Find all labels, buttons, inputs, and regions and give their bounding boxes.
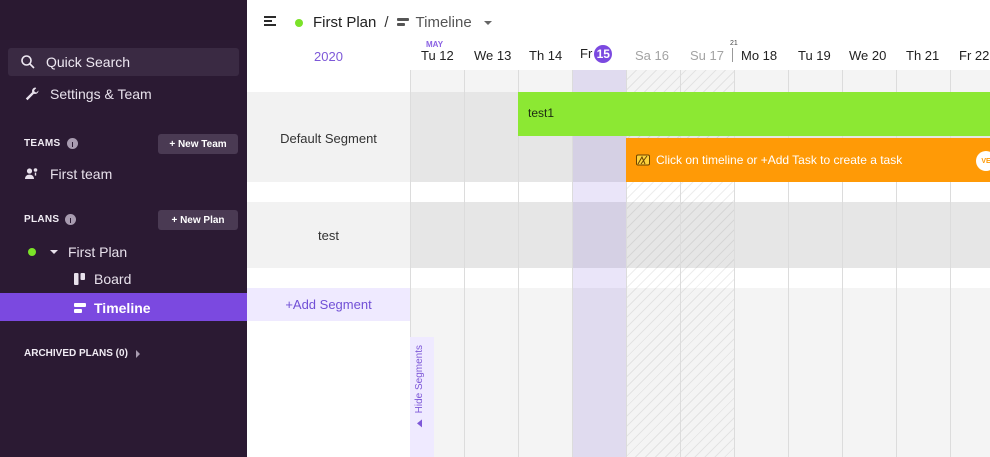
first-plan-label: First Plan bbox=[68, 244, 128, 260]
board-icon bbox=[72, 271, 88, 287]
day-header[interactable]: We 13 bbox=[474, 48, 511, 63]
year-label: 2020 bbox=[314, 49, 343, 64]
segment-label-default: Default Segment bbox=[280, 131, 377, 146]
timeline-label: Timeline bbox=[94, 300, 151, 316]
hide-segments-toggle[interactable]: Hide Segments bbox=[410, 337, 434, 457]
search-icon bbox=[20, 54, 36, 70]
timeline-icon bbox=[396, 17, 409, 28]
task-bar-test1[interactable]: test1 bbox=[518, 92, 990, 136]
sidebar: Quick Search Settings & Team TEAMS + New… bbox=[0, 0, 247, 457]
day-header-today[interactable]: Fr 15 bbox=[580, 45, 613, 63]
app: Quick Search Settings & Team TEAMS + New… bbox=[0, 0, 990, 457]
archived-plans-label: ARCHIVED PLANS (0) bbox=[24, 348, 128, 359]
breadcrumb-separator: / bbox=[384, 14, 389, 31]
today-day-name: Fr bbox=[580, 46, 593, 61]
hide-segments-row: Hide Segments bbox=[414, 345, 425, 428]
info-icon[interactable] bbox=[65, 214, 77, 225]
timeline-icon bbox=[72, 300, 88, 316]
onboarding-hint-task[interactable]: Click on timeline or +Add Task to create… bbox=[626, 138, 990, 182]
chevron-down-icon[interactable] bbox=[50, 250, 58, 254]
first-team-label: First team bbox=[50, 166, 113, 182]
teams-section-label: TEAMS bbox=[24, 138, 78, 149]
plan-status-dot bbox=[295, 18, 303, 27]
hide-segments-label: Hide Segments bbox=[414, 345, 425, 414]
day-header[interactable]: Mo 18 bbox=[741, 48, 777, 63]
grid-line bbox=[464, 70, 465, 457]
week-number: 21 bbox=[730, 40, 738, 47]
board-label: Board bbox=[94, 271, 132, 287]
new-plan-button[interactable]: + New Plan bbox=[158, 210, 238, 230]
chevron-down-icon[interactable] bbox=[483, 20, 492, 25]
info-icon[interactable] bbox=[66, 138, 78, 149]
top-bar: First Plan / Timeline bbox=[247, 0, 990, 40]
timeline-grid[interactable]: test1 Click on timeline or +Add Task to … bbox=[410, 70, 990, 457]
timeline-row: Timeline bbox=[72, 300, 151, 316]
hint-icon bbox=[636, 154, 650, 166]
quick-search-button[interactable]: Quick Search bbox=[8, 48, 239, 76]
teams-label-text: TEAMS bbox=[24, 138, 61, 149]
sidebar-item-board[interactable]: Board bbox=[72, 271, 131, 287]
day-header[interactable]: Tu 12 bbox=[421, 48, 454, 63]
plans-section-label: PLANS bbox=[24, 214, 77, 225]
day-header[interactable]: We 20 bbox=[849, 48, 886, 63]
new-team-button[interactable]: + New Team bbox=[158, 134, 238, 154]
quick-search-label: Quick Search bbox=[46, 54, 131, 70]
breadcrumb-view[interactable]: Timeline bbox=[416, 14, 472, 31]
chevron-right-icon bbox=[135, 349, 140, 358]
plan-status-dot bbox=[28, 248, 36, 256]
date-header: 2020 MAY 21 Tu 12 We 13 Th 14 Fr 15 Sa 16… bbox=[247, 40, 990, 70]
segment-label-test: test bbox=[318, 228, 339, 243]
video-badge[interactable]: VE bbox=[976, 151, 990, 171]
sidebar-item-timeline[interactable]: Timeline bbox=[0, 293, 247, 321]
archived-plans-toggle[interactable]: ARCHIVED PLANS (0) bbox=[24, 348, 140, 359]
hint-text: Click on timeline or +Add Task to create… bbox=[656, 153, 903, 167]
settings-team-label: Settings & Team bbox=[50, 86, 152, 102]
sidebar-item-first-team[interactable]: First team bbox=[24, 166, 112, 182]
segment-column: Default Segment test +Add Segment bbox=[247, 70, 410, 457]
breadcrumb-plan[interactable]: First Plan bbox=[313, 14, 376, 31]
task-title: test1 bbox=[528, 106, 555, 120]
day-header[interactable]: Tu 19 bbox=[798, 48, 831, 63]
arrow-icon bbox=[417, 419, 422, 428]
day-header[interactable]: Sa 16 bbox=[635, 48, 669, 63]
add-segment-button[interactable]: +Add Segment bbox=[247, 288, 410, 321]
day-header[interactable]: Fr 22 bbox=[959, 48, 989, 63]
day-header[interactable]: Th 14 bbox=[529, 48, 562, 63]
wrench-icon bbox=[24, 86, 40, 102]
today-number: 15 bbox=[594, 45, 613, 63]
day-header[interactable]: Th 21 bbox=[906, 48, 939, 63]
day-header[interactable]: Su 17 bbox=[690, 48, 724, 63]
collapse-menu-icon[interactable] bbox=[264, 16, 276, 26]
team-icon bbox=[24, 166, 40, 182]
sidebar-header bbox=[0, 0, 247, 40]
sidebar-item-first-plan[interactable]: First Plan bbox=[28, 244, 127, 260]
week-divider bbox=[732, 48, 733, 62]
breadcrumb: First Plan / Timeline bbox=[295, 14, 492, 31]
plans-label-text: PLANS bbox=[24, 214, 60, 225]
settings-team-link[interactable]: Settings & Team bbox=[24, 86, 152, 102]
